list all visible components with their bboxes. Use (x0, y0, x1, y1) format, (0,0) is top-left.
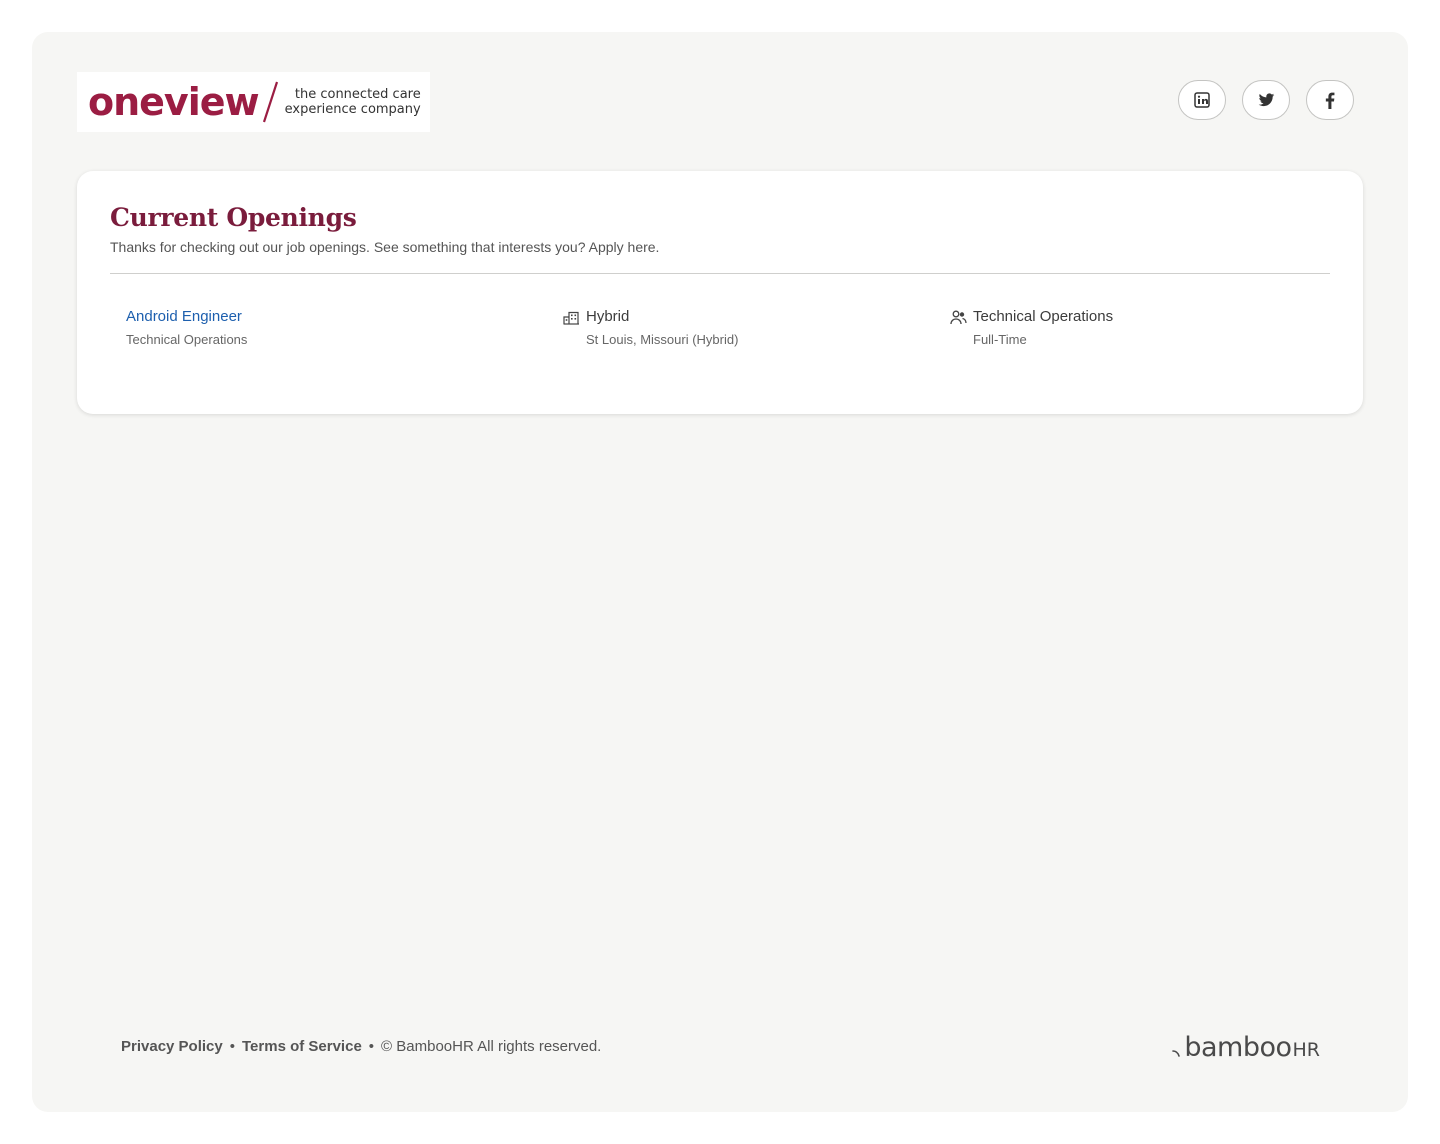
job-team-column: Technical Operations Full-Time (950, 307, 1113, 349)
bamboohr-wordmark: bamboo (1184, 1032, 1292, 1063)
job-team-row: Technical Operations (950, 307, 1113, 327)
building-icon (563, 311, 579, 325)
footer-separator: • (368, 1038, 375, 1055)
page-container: oneview the connected care experience co… (32, 32, 1408, 1112)
logo-tagline-line2: experience company (284, 102, 421, 117)
job-team: Technical Operations (973, 308, 1114, 325)
job-title-link[interactable]: Android Engineer (126, 307, 247, 327)
privacy-policy-link[interactable]: Privacy Policy (121, 1038, 223, 1055)
openings-card: Current Openings Thanks for checking out… (77, 171, 1363, 414)
job-title-column: Android Engineer Technical Operations (126, 307, 247, 349)
page-subtitle: Thanks for checking out our job openings… (110, 239, 660, 255)
linkedin-icon (1194, 92, 1210, 108)
facebook-icon (1325, 92, 1335, 109)
job-location-type-row: Hybrid (563, 307, 738, 327)
social-links (1178, 80, 1354, 120)
job-location-column: Hybrid St Louis, Missouri (Hybrid) (563, 307, 738, 349)
twitter-icon (1258, 92, 1274, 106)
job-listing: Android Engineer Technical Operations Hy… (110, 274, 1330, 354)
job-location-type: Hybrid (586, 308, 630, 325)
footer: Privacy Policy • Terms of Service • © Ba… (121, 1038, 601, 1055)
twitter-button[interactable] (1242, 80, 1290, 120)
logo-slash-icon (262, 81, 278, 123)
job-employment-type: Full-Time (973, 332, 1027, 347)
footer-separator: • (229, 1038, 235, 1055)
logo-tagline-line1: the connected care (294, 87, 421, 102)
facebook-button[interactable] (1306, 80, 1354, 120)
job-department: Technical Operations (126, 332, 248, 347)
terms-of-service-link[interactable]: Terms of Service (242, 1038, 362, 1055)
bamboo-leaf-icon (1172, 1050, 1181, 1057)
page-title: Current Openings (110, 203, 357, 232)
linkedin-button[interactable] (1178, 80, 1226, 120)
company-logo[interactable]: oneview the connected care experience co… (77, 72, 430, 132)
bamboohr-logo[interactable]: bamboo HR (1172, 1033, 1320, 1063)
bamboohr-suffix: HR (1292, 1039, 1321, 1061)
logo-tagline: the connected care experience company (285, 87, 421, 117)
job-location: St Louis, Missouri (Hybrid) (586, 332, 739, 347)
people-icon (950, 310, 967, 324)
copyright-text: © BambooHR All rights reserved. (381, 1038, 602, 1055)
logo-wordmark: oneview (88, 80, 260, 124)
